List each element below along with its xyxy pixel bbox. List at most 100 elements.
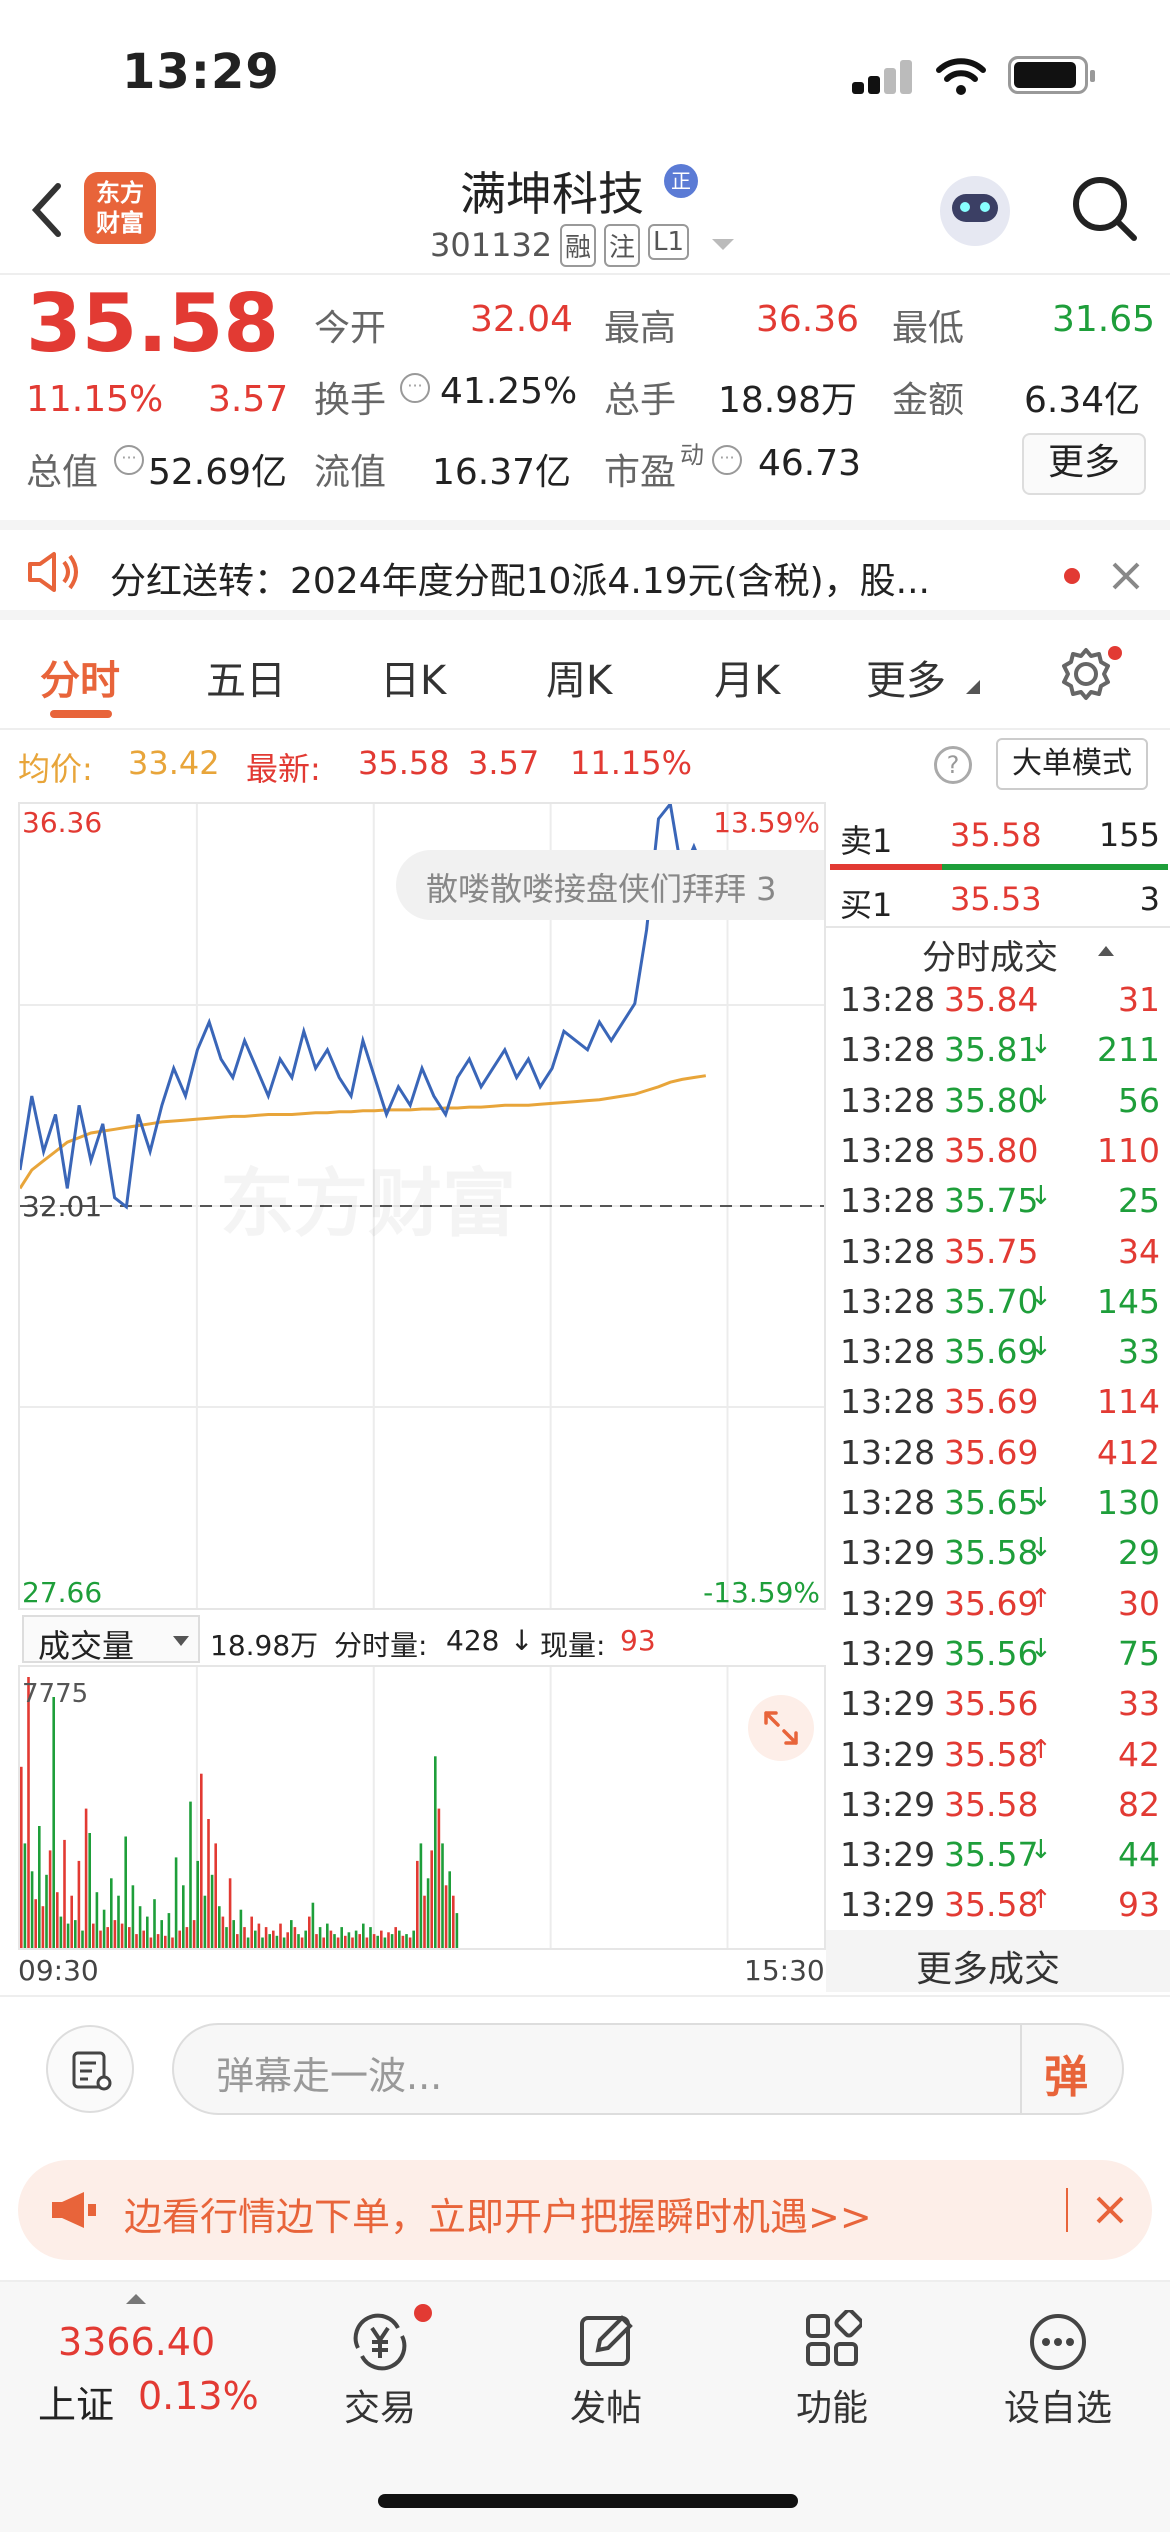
volume-bar (203, 1895, 207, 1948)
nav-add-favorite[interactable]: 设自选 (978, 2282, 1138, 2442)
volume-bar (452, 1895, 455, 1948)
volume-bar (66, 1923, 70, 1948)
volume-bar (210, 1874, 214, 1948)
buy-price: 35.53 (950, 880, 1042, 918)
tab-weekly-k[interactable]: 周K (546, 648, 612, 706)
back-icon[interactable] (28, 180, 64, 240)
big-order-mode-button[interactable]: 大单模式 (996, 738, 1148, 790)
chevron-down-icon[interactable] (710, 236, 736, 254)
volume-bar (128, 1927, 131, 1948)
latest-value: 35.58 (358, 744, 450, 782)
volume-bar (401, 1935, 405, 1948)
mktcap-label: 总值 (26, 452, 99, 493)
close-icon[interactable] (1110, 560, 1142, 592)
trade-direction: ↓ (1030, 1281, 1052, 1312)
trade-volume: 82 (1118, 1784, 1160, 1824)
trade-row: 13:28 35.80 110 (826, 1123, 1170, 1173)
change-percent: 11.15% (26, 379, 164, 420)
volume-bar (315, 1934, 318, 1948)
volume-bar (48, 1850, 52, 1948)
volume-bar (264, 1927, 268, 1948)
trade-price: 35.65 (944, 1483, 1039, 1522)
dividend-notice[interactable]: 分红送转：2024年度分配10派4.19元(含税)，股... (0, 520, 1170, 620)
danmu-list-button[interactable] (46, 2025, 134, 2113)
volume-bar (326, 1923, 329, 1948)
nav-functions[interactable]: 功能 (752, 2282, 912, 2442)
volume-bar (30, 1871, 34, 1948)
volume-bar (354, 1930, 358, 1948)
volume-bar (70, 1895, 73, 1948)
pe-superscript: 动 (680, 441, 704, 469)
trades-panel: 卖1 35.58 155 买1 35.53 3 分时成交 13:28 35.84 3… (826, 802, 1170, 1992)
volume-bar (207, 1819, 210, 1948)
info-dots-icon[interactable]: ··· (400, 373, 430, 403)
volume-bar (23, 1843, 27, 1948)
gear-icon[interactable] (1058, 646, 1114, 702)
trade-volume: 33 (1118, 1332, 1160, 1372)
tab-monthly-k[interactable]: 月K (714, 648, 780, 706)
volume-bar (149, 1937, 153, 1948)
trade-price: 35.69 (944, 1432, 1039, 1472)
trade-direction: ↓ (1030, 1181, 1052, 1212)
trade-volume: 29 (1118, 1533, 1160, 1573)
close-icon[interactable] (1094, 2194, 1126, 2226)
nav-post[interactable]: 发帖 (526, 2282, 686, 2442)
trade-volume: 145 (1097, 1281, 1160, 1321)
tab-more[interactable]: 更多 (866, 648, 946, 706)
volume-chart[interactable]: 7775 (18, 1665, 826, 1950)
trade-time: 13:28 (840, 1181, 936, 1221)
volume-selector[interactable]: 成交量 (22, 1615, 200, 1665)
trade-volume: 114 (1097, 1382, 1160, 1422)
info-dots-icon[interactable]: ··· (712, 445, 742, 475)
volume-bar (225, 1927, 228, 1948)
open-account-banner[interactable]: 边看行情边下单，立即开户把握瞬时机遇>> (18, 2160, 1152, 2260)
page-title: 满坤科技 (460, 167, 644, 221)
more-trades-button[interactable]: 更多成交 (826, 1930, 1170, 1992)
volume-bar (365, 1937, 369, 1948)
intraday-chart[interactable]: 东方财富 36.36 13.59% 27.66 -13.59% 32.01 散喽… (18, 802, 826, 1610)
trade-volume: 93 (1118, 1885, 1160, 1925)
edit-icon (580, 2315, 633, 2366)
volume-bar (174, 1857, 178, 1948)
danmu-send-button[interactable]: 弹 (1044, 2041, 1088, 2105)
volume-bar (380, 1930, 383, 1948)
volume-bar (63, 1839, 66, 1948)
more-trades-label: 更多成交 (916, 1949, 1061, 1990)
minute-volume-arrow: ↓ (510, 1624, 534, 1657)
trade-volume: 25 (1118, 1181, 1160, 1221)
tab-five-day[interactable]: 五日 (206, 648, 286, 706)
trade-volume: 75 (1118, 1633, 1160, 1673)
order-book-buy[interactable]: 买1 35.53 3 (826, 870, 1170, 926)
expand-button[interactable] (748, 1695, 814, 1761)
tab-intraday[interactable]: 分时 (40, 648, 120, 706)
volume-bar (138, 1906, 142, 1948)
trade-volume: 412 (1097, 1432, 1160, 1472)
open-label: 今开 (314, 308, 387, 349)
trade-time: 13:28 (840, 1281, 936, 1321)
robot-assistant-icon[interactable] (940, 176, 1010, 246)
volume-bar (38, 1826, 41, 1948)
latest-pct: 11.15% (570, 744, 693, 782)
minute-volume: 428 (446, 1624, 500, 1657)
app-logo[interactable]: 东方 财富 (84, 172, 156, 244)
volume-bar (160, 1920, 163, 1948)
nav-add-favorite-label: 设自选 (1003, 2388, 1112, 2429)
volume-bar (455, 1913, 459, 1948)
search-icon[interactable] (1070, 174, 1140, 244)
info-dots-icon[interactable]: ··· (114, 445, 144, 475)
buy-label: 买1 (840, 886, 893, 924)
order-book-sell[interactable]: 卖1 35.58 155 (826, 802, 1170, 864)
volume-bar (444, 1885, 448, 1948)
help-icon[interactable]: ? (934, 746, 972, 784)
index-ticker[interactable]: 3366.40 上证 0.13% (38, 2282, 259, 2442)
tab-daily-k[interactable]: 日K (380, 648, 446, 706)
danmu-input[interactable]: 弹幕走一波... 弹 (172, 2023, 1124, 2115)
active-tab-indicator (50, 710, 112, 718)
trade-price: 35.69 (944, 1583, 1039, 1623)
trade-time: 13:28 (840, 1231, 936, 1271)
trade-time: 13:29 (840, 1583, 936, 1623)
more-button[interactable]: 更多 (1022, 433, 1146, 495)
volume-bar (228, 1878, 232, 1948)
buy-volume: 3 (1139, 880, 1160, 918)
nav-trade[interactable]: 交易 (300, 2282, 460, 2442)
